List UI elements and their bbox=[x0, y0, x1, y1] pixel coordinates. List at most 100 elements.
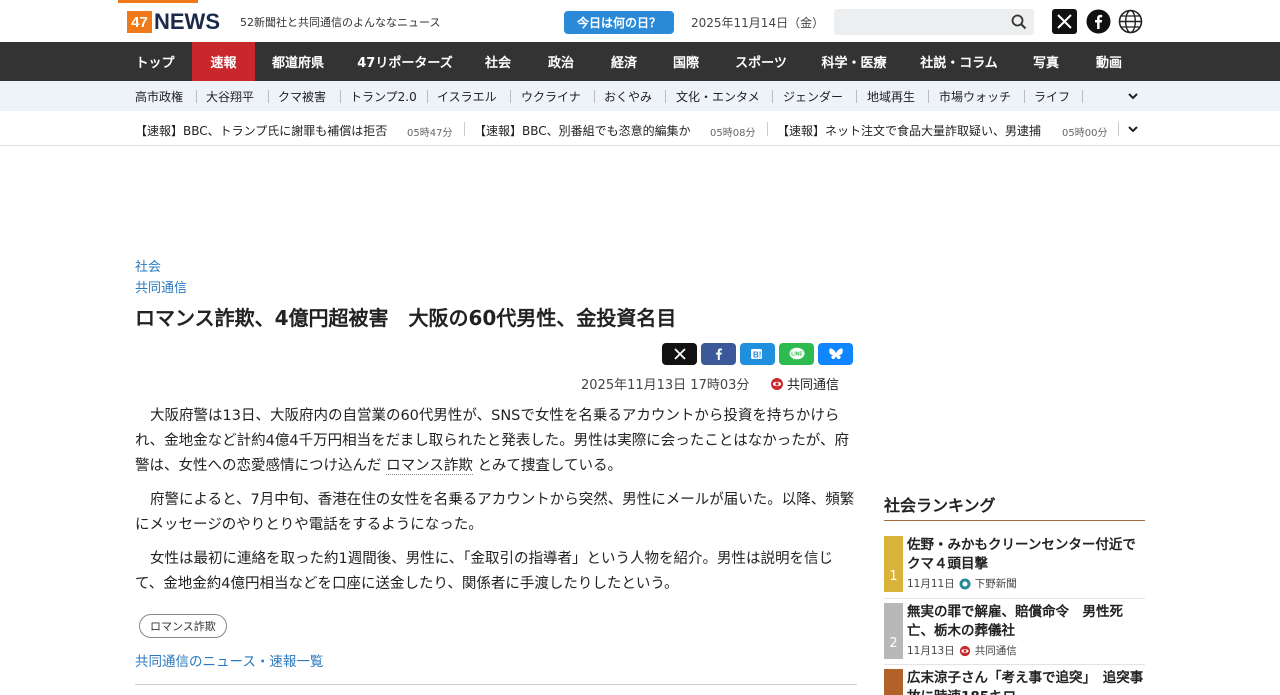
share-line-button[interactable]: LINE bbox=[779, 343, 814, 365]
topic-item[interactable]: 高市政権 bbox=[135, 81, 183, 111]
share-facebook-button[interactable] bbox=[701, 343, 736, 365]
ranking-source: 下野新聞 bbox=[974, 578, 1017, 590]
site-tagline: 52新聞社と共同通信のよんななニュース bbox=[240, 16, 441, 29]
article-source-name: 共同通信 bbox=[787, 378, 840, 393]
ranking-divider bbox=[884, 664, 1145, 665]
breaking-news-time: 05時00分 bbox=[1062, 128, 1108, 139]
article-title: ロマンス詐欺、4億円超被害 大阪の60代男性、金投資名目 bbox=[135, 306, 677, 330]
topic-divider bbox=[510, 90, 511, 103]
nav-item-breaking[interactable]: 速報 bbox=[192, 42, 255, 81]
topic-item[interactable]: ウクライナ bbox=[521, 81, 581, 111]
chevron-down-icon[interactable] bbox=[1127, 123, 1139, 135]
svg-text:LINE: LINE bbox=[791, 352, 803, 358]
nav-item-international[interactable]: 国際 bbox=[662, 42, 710, 81]
topic-divider bbox=[1082, 90, 1083, 103]
search-input[interactable] bbox=[834, 9, 1034, 35]
rank-number: 3 bbox=[884, 669, 903, 695]
ranking-item[interactable]: 3 広末涼子さん「考え事で追突」 追突事故に時速185キロ bbox=[884, 669, 1145, 695]
ranking-meta: 11月13日 共同通信 bbox=[907, 643, 1017, 658]
ranking-date: 11月11日 bbox=[907, 578, 955, 590]
search-icon[interactable] bbox=[1010, 13, 1028, 31]
nav-item-politics[interactable]: 政治 bbox=[537, 42, 585, 81]
nav-item-prefectures[interactable]: 都道府県 bbox=[262, 42, 334, 81]
article-category-link[interactable]: 社会 bbox=[135, 256, 161, 275]
kyodo-logo-icon bbox=[771, 377, 783, 390]
kyodo-news-list-link[interactable]: 共同通信のニュース・速報一覧 bbox=[135, 650, 323, 670]
topic-item[interactable]: ジェンダー bbox=[783, 81, 843, 111]
breaking-news-time: 05時47分 bbox=[407, 128, 453, 139]
facebook-icon[interactable] bbox=[1086, 9, 1111, 34]
breaking-divider bbox=[464, 122, 465, 136]
share-bluesky-button[interactable] bbox=[818, 343, 853, 365]
topic-item[interactable]: クマ被害 bbox=[278, 81, 326, 111]
breaking-divider bbox=[1118, 122, 1119, 136]
article-paragraph: 女性は最初に連絡を取った約1週間後、男性に、「金取引の指導者」という人物を紹介。… bbox=[135, 551, 834, 592]
topic-divider bbox=[196, 90, 197, 103]
x-twitter-icon[interactable] bbox=[1052, 9, 1077, 34]
topics-bar: 高市政権 大谷翔平 クマ被害 トランプ2.0 イスラエル ウクライナ おくやみ … bbox=[0, 81, 1280, 111]
article-date: 2025年11月13日 17時03分 bbox=[581, 378, 750, 393]
shimotsuke-logo-icon bbox=[959, 578, 971, 589]
ranking-meta: 11月11日 下野新聞 bbox=[907, 576, 1017, 591]
topic-item[interactable]: イスラエル bbox=[437, 81, 497, 111]
nav-item-top[interactable]: トップ bbox=[122, 42, 188, 81]
ranking-divider bbox=[884, 598, 1145, 599]
site-logo[interactable]: 47 NEWS bbox=[127, 0, 220, 36]
keyword-link[interactable]: ロマンス詐欺 bbox=[386, 458, 473, 475]
chevron-down-icon[interactable] bbox=[1127, 90, 1139, 102]
article-paragraph: 府警によると、7月中旬、香港在住の女性を名乗るアカウントから突然、男性にメールが… bbox=[135, 492, 855, 533]
site-header: 47 NEWS 52新聞社と共同通信のよんななニュース 今日は何の日？ 2025… bbox=[0, 0, 1280, 42]
bluesky-icon bbox=[828, 348, 843, 360]
ranking-item[interactable]: 1 佐野・みかもクリーンセンター付近でクマ４頭目撃 11月11日 下野新聞 bbox=[884, 536, 1145, 596]
topic-item[interactable]: 文化・エンタメ bbox=[676, 81, 760, 111]
ranking-headline[interactable]: 広末涼子さん「考え事で追突」 追突事故に時速185キロ bbox=[907, 669, 1145, 695]
article-source-link[interactable]: 共同通信 bbox=[135, 277, 187, 296]
share-hatena-button[interactable]: B! bbox=[740, 343, 775, 365]
facebook-icon bbox=[715, 348, 722, 360]
nav-item-47reporters[interactable]: 47リポーターズ bbox=[348, 42, 462, 81]
globe-icon[interactable] bbox=[1118, 9, 1143, 34]
topic-divider bbox=[665, 90, 666, 103]
logo-mark: 47 bbox=[127, 11, 152, 33]
topic-item[interactable]: トランプ2.0 bbox=[350, 81, 417, 111]
today-in-history-button[interactable]: 今日は何の日？ bbox=[564, 11, 674, 34]
ranking-headline[interactable]: 佐野・みかもクリーンセンター付近でクマ４頭目撃 bbox=[907, 536, 1145, 574]
nav-item-editorials[interactable]: 社説・コラム bbox=[912, 42, 1006, 81]
line-icon: LINE bbox=[789, 347, 804, 360]
nav-item-society[interactable]: 社会 bbox=[474, 42, 522, 81]
topic-divider bbox=[594, 90, 595, 103]
topic-item[interactable]: おくやみ bbox=[604, 81, 652, 111]
article-paragraph: 大阪府警は13日、大阪府内の自営業の60代男性が、SNSで女性を名乗るアカウント… bbox=[135, 404, 859, 479]
breaking-news-link[interactable]: 【速報】BBC、別番組でも恣意的編集か bbox=[474, 122, 691, 139]
topic-item[interactable]: 地域再生 bbox=[867, 81, 915, 111]
ranking-item[interactable]: 2 無実の罪で解雇、賠償命令 男性死亡、栃木の葬儀社 11月13日 共同通信 bbox=[884, 603, 1145, 663]
ranking-headline[interactable]: 無実の罪で解雇、賠償命令 男性死亡、栃木の葬儀社 bbox=[907, 603, 1145, 641]
kyodo-logo-icon bbox=[959, 645, 970, 656]
topic-divider bbox=[772, 90, 773, 103]
rank-number: 1 bbox=[884, 536, 903, 592]
topic-item[interactable]: 市場ウォッチ bbox=[939, 81, 1011, 111]
logo-word: NEWS bbox=[154, 9, 220, 34]
ranking-title-rule bbox=[884, 520, 1145, 521]
nav-item-photos[interactable]: 写真 bbox=[1022, 42, 1070, 81]
topic-item[interactable]: ライフ bbox=[1034, 81, 1070, 111]
article-tag[interactable]: ロマンス詐欺 bbox=[139, 614, 227, 638]
ranking-title: 社会ランキング bbox=[884, 496, 996, 515]
share-x-button[interactable] bbox=[662, 343, 697, 365]
ranking-source: 共同通信 bbox=[974, 645, 1017, 657]
nav-item-sports[interactable]: スポーツ bbox=[727, 42, 795, 81]
nav-item-economy[interactable]: 経済 bbox=[600, 42, 648, 81]
x-twitter-icon bbox=[673, 348, 686, 360]
topic-divider bbox=[340, 90, 341, 103]
breaking-news-link[interactable]: 【速報】BBC、トランプ氏に謝罪も補償は拒否 bbox=[135, 122, 387, 139]
svg-text:B!: B! bbox=[753, 351, 761, 360]
topic-divider bbox=[928, 90, 929, 103]
hatena-bookmark-icon: B! bbox=[750, 349, 762, 360]
main-nav: トップ 速報 都道府県 47リポーターズ 社会 政治 経済 国際 スポーツ 科学… bbox=[0, 42, 1280, 81]
nav-item-videos[interactable]: 動画 bbox=[1085, 42, 1133, 81]
breaking-news-link[interactable]: 【速報】ネット注文で食品大量詐取疑い、男逮捕 bbox=[777, 122, 1041, 139]
nav-item-science-medical[interactable]: 科学・医療 bbox=[810, 42, 898, 81]
rank-number: 2 bbox=[884, 603, 903, 659]
topic-item[interactable]: 大谷翔平 bbox=[206, 81, 254, 111]
topic-divider bbox=[1024, 90, 1025, 103]
